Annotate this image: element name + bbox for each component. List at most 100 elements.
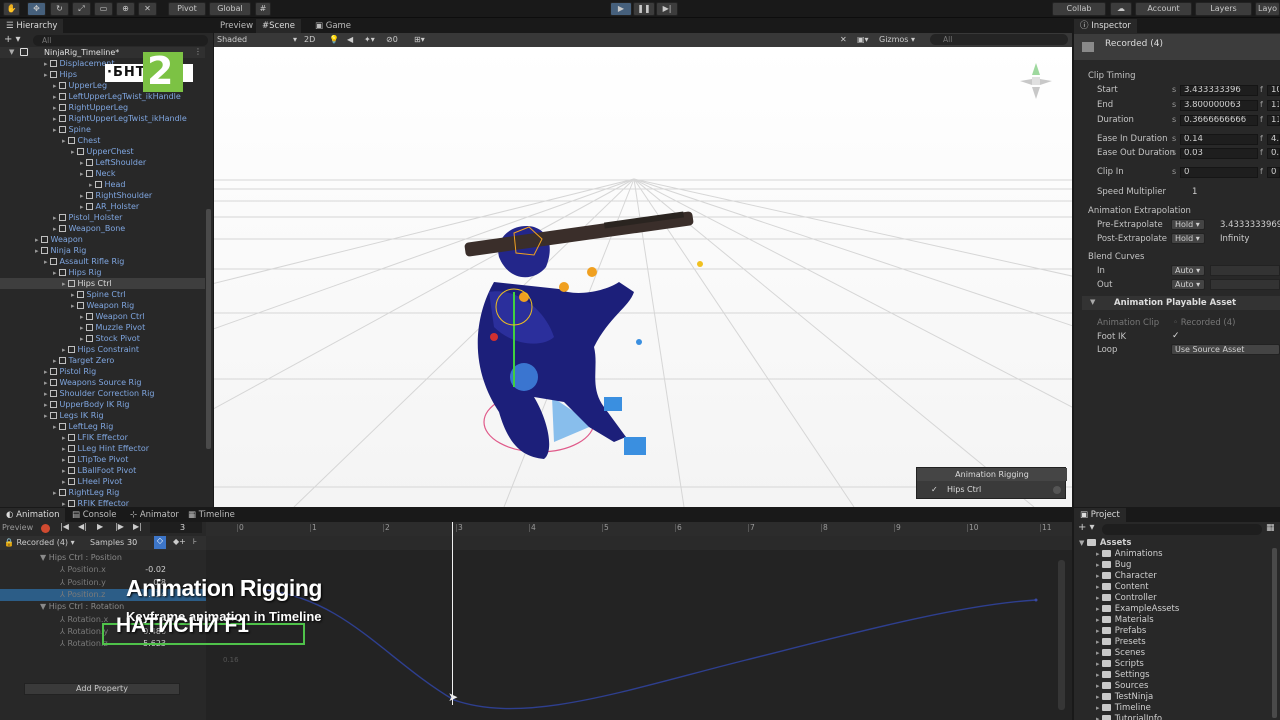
clip-dropdown[interactable]: 🔒 Recorded (4) ▾ xyxy=(4,538,75,547)
hierarchy-item[interactable]: ▸ Hips Constraint xyxy=(62,344,139,355)
tools-icon[interactable]: ✕ xyxy=(840,34,847,45)
expand-arrow-icon[interactable]: ▸ xyxy=(44,71,48,79)
layers-dropdown[interactable]: Layers xyxy=(1195,2,1252,16)
curve-scrollbar[interactable] xyxy=(1058,560,1065,710)
project-add-icon[interactable]: + ▾ xyxy=(1078,522,1095,533)
folder-expand-icon[interactable]: ▸ xyxy=(1096,627,1102,635)
grid-icon[interactable]: ⊞▾ xyxy=(414,34,425,45)
expand-arrow-icon[interactable]: ▸ xyxy=(53,423,57,431)
blend-in-dropdown[interactable]: Auto ▾ xyxy=(1171,265,1205,276)
pivot-toggle[interactable]: Pivot xyxy=(168,2,206,16)
project-search-input[interactable] xyxy=(1102,524,1262,535)
rect-tool-icon[interactable]: ▭ xyxy=(94,2,113,16)
camera-icon[interactable]: ▣▾ xyxy=(857,34,869,45)
timing-frames-field[interactable]: 0.9 xyxy=(1267,148,1280,159)
tab-scene[interactable]: #Scene xyxy=(256,19,302,33)
timing-frames-field[interactable]: 103.00 xyxy=(1267,85,1280,96)
expand-arrow-icon[interactable]: ▸ xyxy=(53,214,57,222)
expand-arrow-icon[interactable]: ▸ xyxy=(62,500,66,508)
record-button[interactable] xyxy=(41,524,50,533)
pre-extrapolate-dropdown[interactable]: Hold ▾ xyxy=(1171,219,1205,230)
project-folder[interactable]: ▸ Scripts xyxy=(1096,659,1144,670)
layout-dropdown[interactable]: Layo xyxy=(1255,2,1280,16)
samples-field[interactable]: 30 xyxy=(127,538,145,548)
tab-inspector[interactable]: ⓘ Inspector xyxy=(1074,19,1137,33)
hierarchy-item[interactable]: ▸ LeftLeg Rig xyxy=(53,421,113,432)
hierarchy-item[interactable]: ▸ Weapon Rig xyxy=(71,300,134,311)
add-property-button[interactable]: Add Property xyxy=(24,683,180,695)
add-event-icon[interactable]: ◆+ xyxy=(173,537,186,546)
hierarchy-search-input[interactable]: All xyxy=(33,35,208,46)
expand-arrow-icon[interactable]: ▸ xyxy=(71,148,75,156)
overlay-target-icon[interactable] xyxy=(1053,486,1061,494)
timing-seconds-field[interactable]: 0 xyxy=(1180,167,1258,178)
property-row[interactable]: ⅄ Rotation.x xyxy=(60,615,108,624)
folder-expand-icon[interactable]: ▸ xyxy=(1096,693,1102,701)
expand-arrow-icon[interactable]: ▸ xyxy=(89,181,93,189)
hierarchy-item[interactable]: ▸ Pistol Rig xyxy=(44,366,96,377)
blend-out-curve[interactable] xyxy=(1210,279,1280,290)
filter-icon[interactable]: ⊦ xyxy=(193,537,197,546)
hierarchy-item[interactable]: ▸ Spine Ctrl xyxy=(71,289,126,300)
global-toggle[interactable]: Global xyxy=(209,2,251,16)
expand-arrow-icon[interactable]: ▸ xyxy=(62,456,66,464)
assets-root[interactable]: ▼ Assets xyxy=(1079,538,1131,549)
orientation-gizmo[interactable] xyxy=(1014,57,1058,107)
hierarchy-item[interactable]: ▸ Pistol_Holster xyxy=(53,212,122,223)
folder-expand-icon[interactable]: ▸ xyxy=(1096,649,1102,657)
blend-out-dropdown[interactable]: Auto ▾ xyxy=(1171,279,1205,290)
blend-in-curve[interactable] xyxy=(1210,265,1280,276)
expand-arrow-icon[interactable]: ▸ xyxy=(71,302,75,310)
expand-arrow-icon[interactable]: ▸ xyxy=(53,115,57,123)
expand-arrow-icon[interactable]: ▸ xyxy=(53,126,57,134)
hierarchy-item[interactable]: ▸ Shoulder Correction Rig xyxy=(44,388,154,399)
cloud-icon[interactable]: ☁ xyxy=(1110,2,1132,16)
hierarchy-item[interactable]: ▸ Weapon Ctrl xyxy=(80,311,145,322)
expand-arrow-icon[interactable]: ▸ xyxy=(53,93,57,101)
next-key-button[interactable]: |▶ xyxy=(115,522,124,531)
expand-arrow-icon[interactable]: ▸ xyxy=(80,324,84,332)
project-folder[interactable]: ▸ Controller xyxy=(1096,593,1157,604)
ninja-character[interactable] xyxy=(454,197,734,487)
expand-arrow-icon[interactable]: ▸ xyxy=(44,379,48,387)
hierarchy-item[interactable]: ▸ LTipToe Pivot xyxy=(62,454,128,465)
hierarchy-item[interactable]: ▸ Spine xyxy=(53,124,91,135)
mode-2d-toggle[interactable]: 2D xyxy=(304,34,315,45)
hierarchy-item[interactable]: ▸ Weapons Source Rig xyxy=(44,377,141,388)
time-ruler[interactable] xyxy=(206,522,1072,536)
hierarchy-item[interactable]: ▸ Hips xyxy=(44,69,77,80)
account-dropdown[interactable]: Account xyxy=(1135,2,1192,16)
hierarchy-item[interactable]: ▸ Displacement xyxy=(44,58,115,69)
hierarchy-item[interactable]: ▸ LLeg Hint Effector xyxy=(62,443,149,454)
animation-rigging-overlay[interactable]: Animation Rigging ✓ Hips Ctrl xyxy=(916,467,1067,499)
last-key-button[interactable]: ▶| xyxy=(133,522,142,531)
project-folder[interactable]: ▸ Prefabs xyxy=(1096,626,1146,637)
folder-expand-icon[interactable]: ▸ xyxy=(1096,572,1102,580)
animation-curve-area[interactable]: 0.16 xyxy=(206,522,1072,720)
overlay-checkbox[interactable]: ✓ xyxy=(931,485,938,494)
preview-toggle[interactable]: Preview xyxy=(2,523,33,532)
tab-game[interactable]: ▣ Game xyxy=(309,19,357,33)
hierarchy-item[interactable]: ▸ RightUpperLeg xyxy=(53,102,128,113)
tab-hierarchy[interactable]: ☰ Hierarchy xyxy=(0,19,64,33)
play-button[interactable]: ▶ xyxy=(610,2,632,16)
hierarchy-item[interactable]: ▸ LeftShoulder xyxy=(80,157,146,168)
pause-button[interactable]: ❚❚ xyxy=(633,2,655,16)
hierarchy-item[interactable]: ▸ Weapon_Bone xyxy=(53,223,125,234)
project-folder[interactable]: ▸ Presets xyxy=(1096,637,1146,648)
folder-expand-icon[interactable]: ▸ xyxy=(1096,605,1102,613)
first-key-button[interactable]: |◀ xyxy=(60,522,69,531)
scene-menu-icon[interactable]: ⋮ xyxy=(194,47,202,56)
expand-arrow-icon[interactable]: ▸ xyxy=(44,390,48,398)
hierarchy-item[interactable]: ▸ UpperLeg xyxy=(53,80,107,91)
effects-icon[interactable]: ✦▾ xyxy=(364,34,375,45)
expand-arrow-icon[interactable]: ▸ xyxy=(44,258,48,266)
project-folder[interactable]: ▸ ExampleAssets xyxy=(1096,604,1179,615)
hierarchy-item[interactable]: ▸ Muzzle Pivot xyxy=(80,322,145,333)
hidden-objects-icon[interactable]: ⊘0 xyxy=(386,34,398,45)
gizmos-dropdown[interactable]: Gizmos ▾ xyxy=(879,34,915,45)
scene-search-input[interactable]: All xyxy=(930,34,1068,45)
property-row[interactable]: ⅄ Position.y xyxy=(60,578,106,587)
project-folder[interactable]: ▸ Timeline xyxy=(1096,703,1151,714)
tab-project[interactable]: ▣ Project xyxy=(1074,508,1126,522)
